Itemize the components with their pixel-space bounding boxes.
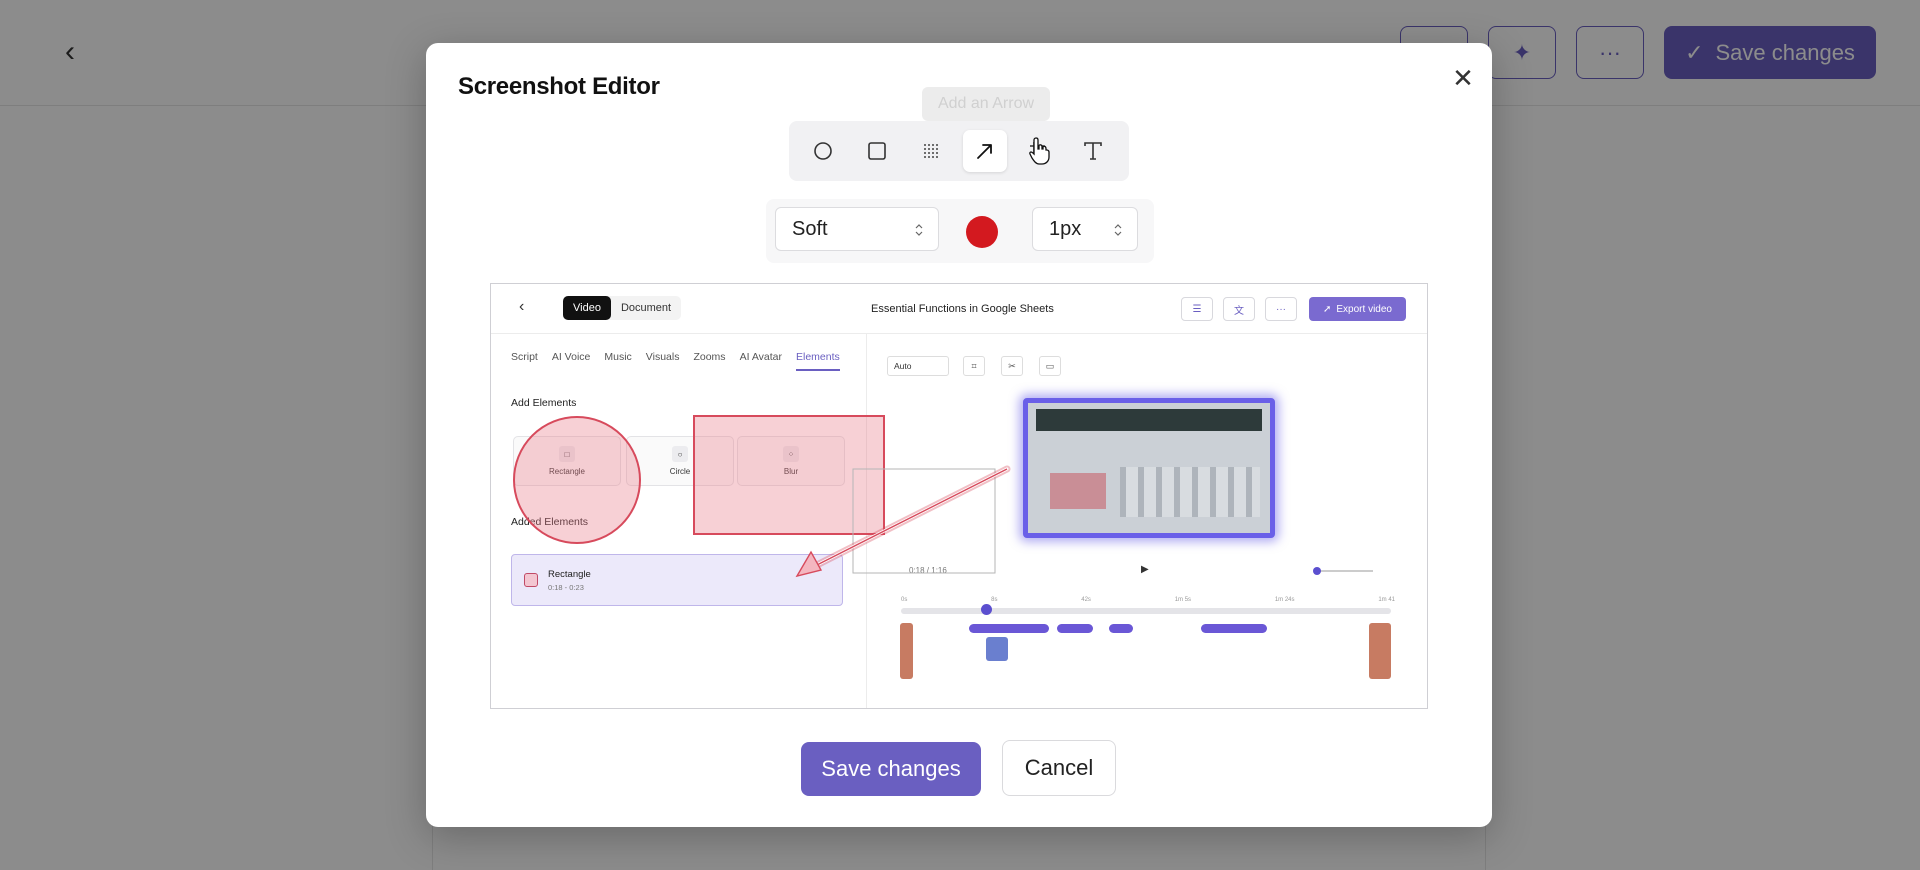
style-controls: Soft 1px — [766, 199, 1154, 263]
chevron-updown-icon — [1114, 224, 1122, 236]
annotation-arrow[interactable] — [491, 284, 1428, 709]
color-picker[interactable] — [966, 216, 998, 248]
screenshot-canvas[interactable]: ‹ Video Document Essential Functions in … — [490, 283, 1428, 709]
save-changes-button[interactable]: Save changes — [801, 742, 981, 796]
text-tool-icon[interactable] — [1071, 130, 1115, 172]
hand-cursor-icon — [1029, 137, 1050, 165]
cancel-button[interactable]: Cancel — [1002, 740, 1116, 796]
style-select-value: Soft — [792, 217, 828, 240]
screenshot-editor-modal: Screenshot Editor ✕ Add an Arrow Soft 1p… — [426, 43, 1492, 827]
style-select[interactable]: Soft — [775, 207, 939, 251]
circle-tool-icon[interactable] — [801, 130, 845, 172]
modal-title: Screenshot Editor — [458, 73, 660, 100]
stroke-width-select[interactable]: 1px — [1032, 207, 1138, 251]
annotation-toolbar — [789, 121, 1129, 181]
rectangle-tool-icon[interactable] — [855, 130, 899, 172]
close-icon[interactable]: ✕ — [1448, 63, 1478, 93]
blur-tool-icon[interactable] — [909, 130, 953, 172]
chevron-updown-icon — [915, 224, 923, 236]
tooltip: Add an Arrow — [922, 87, 1050, 121]
stroke-width-value: 1px — [1049, 217, 1082, 240]
arrow-tool-icon[interactable] — [963, 130, 1007, 172]
